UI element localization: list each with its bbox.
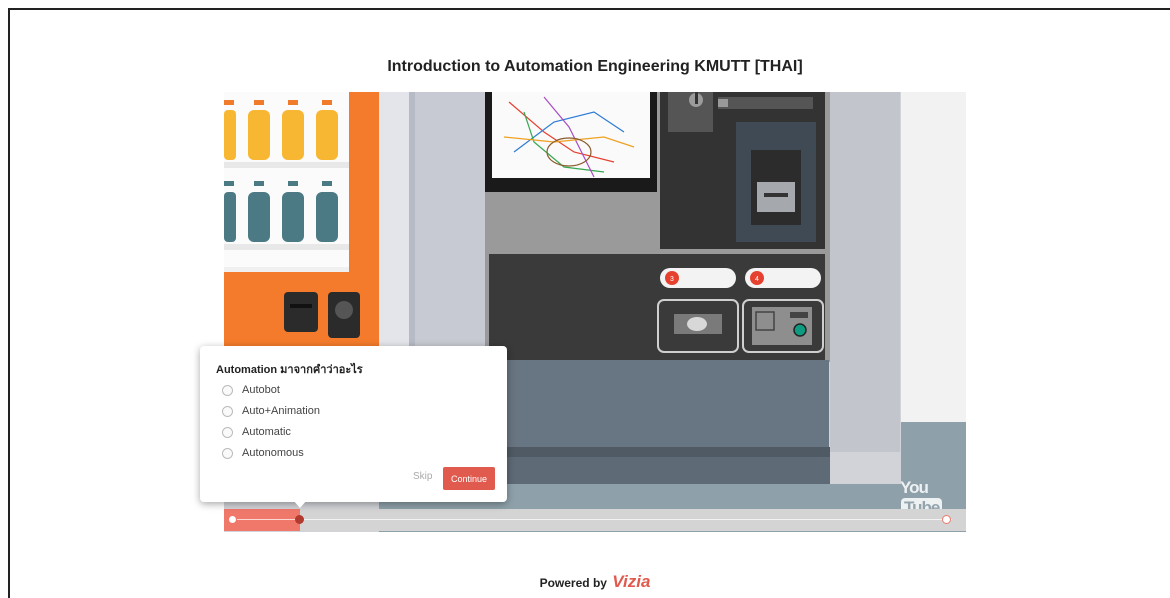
marker-3-label: 3 bbox=[670, 276, 674, 283]
marker-4-label: 4 bbox=[755, 276, 759, 283]
radio-button[interactable] bbox=[222, 447, 233, 459]
powered-by-text: Powered by bbox=[539, 576, 607, 590]
quiz-question: Automation มาจากคำว่าอะไร bbox=[216, 364, 363, 376]
footer: Powered by Vizia bbox=[0, 572, 1170, 592]
youtube-logo-you: You bbox=[900, 478, 929, 497]
quiz-option-label: Autonomous bbox=[242, 447, 304, 459]
continue-button[interactable]: Continue bbox=[443, 467, 495, 490]
timeline-start-marker[interactable] bbox=[228, 515, 237, 524]
radio-button[interactable] bbox=[222, 384, 233, 396]
radio-button[interactable] bbox=[222, 405, 233, 417]
quiz-option-label: Auto+Animation bbox=[242, 405, 320, 417]
timeline-playhead[interactable] bbox=[295, 515, 304, 524]
quiz-pointer-arrow bbox=[293, 500, 307, 508]
skip-button[interactable]: Skip bbox=[413, 471, 432, 482]
quiz-option-autobot[interactable]: Autobot bbox=[222, 382, 280, 398]
quiz-option-label: Automatic bbox=[242, 426, 291, 438]
radio-button[interactable] bbox=[222, 426, 233, 438]
page-title: Introduction to Automation Engineering K… bbox=[387, 58, 803, 75]
quiz-option-automatic[interactable]: Automatic bbox=[222, 424, 291, 440]
quiz-option-autonomous[interactable]: Autonomous bbox=[222, 445, 304, 461]
timeline-end-marker[interactable] bbox=[942, 515, 951, 524]
timeline-track-line bbox=[228, 519, 952, 520]
video-timeline[interactable] bbox=[224, 509, 966, 531]
quiz-option-auto-animation[interactable]: Auto+Animation bbox=[222, 403, 320, 419]
quiz-option-label: Autobot bbox=[242, 384, 280, 396]
vizia-logo[interactable]: Vizia bbox=[612, 572, 650, 591]
quiz-popup: Automation มาจากคำว่าอะไร Autobot Auto+A… bbox=[200, 346, 507, 508]
